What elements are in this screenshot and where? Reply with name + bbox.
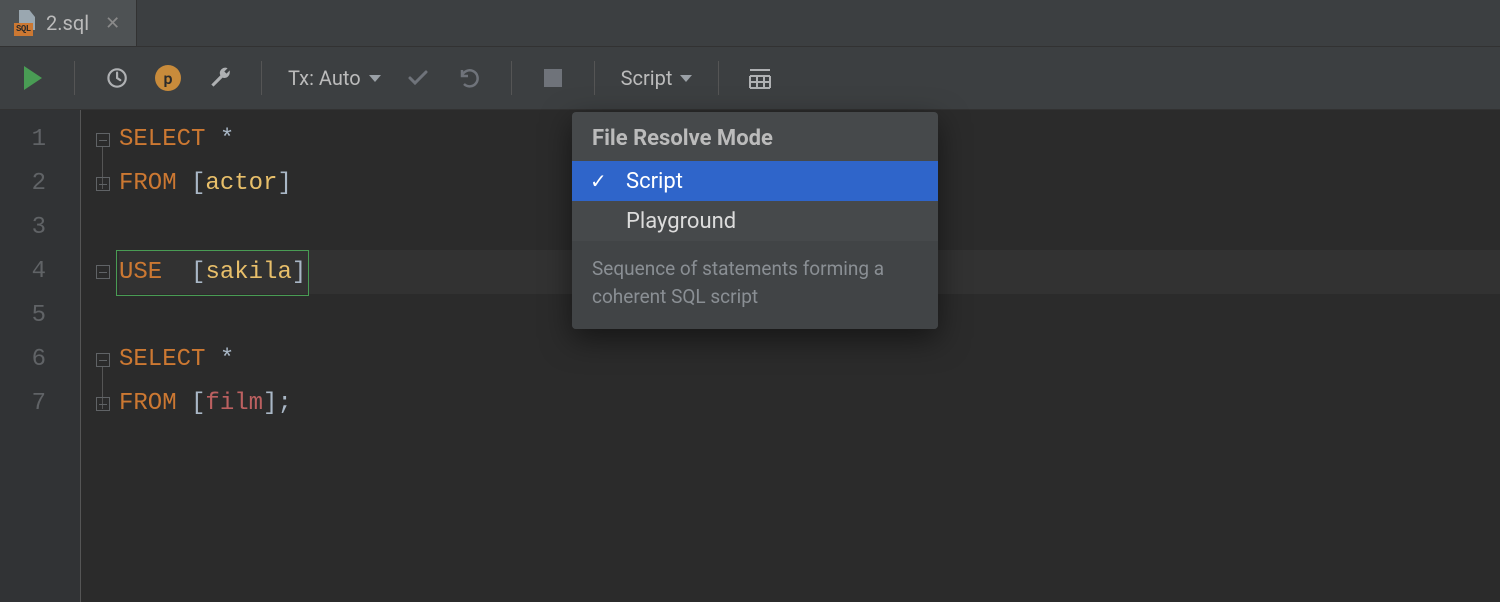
line-number: 1 <box>0 118 46 162</box>
tab-bar: SQL 2.sql ✕ <box>0 0 1500 47</box>
run-button[interactable] <box>18 63 48 93</box>
transaction-mode-dropdown[interactable]: Tx: Auto <box>288 66 381 90</box>
line-number: 7 <box>0 382 46 426</box>
toolbar-separator <box>74 61 75 95</box>
line-number: 4 <box>0 250 46 294</box>
toolbar-separator <box>594 61 595 95</box>
chevron-down-icon <box>369 75 381 82</box>
table-icon <box>748 67 772 89</box>
line-number: 6 <box>0 338 46 382</box>
table-view-button[interactable] <box>745 63 775 93</box>
code-line: SELECT * <box>119 338 1500 382</box>
popup-item-playground[interactable]: Playground <box>572 201 938 241</box>
tab-filename: 2.sql <box>46 11 89 35</box>
chevron-down-icon <box>680 75 692 82</box>
sql-file-icon: SQL <box>14 10 36 36</box>
popup-item-script[interactable]: ✓ Script <box>572 161 938 201</box>
stop-icon <box>544 69 562 87</box>
line-number: 2 <box>0 162 46 206</box>
popup-item-label: Playground <box>626 209 736 234</box>
close-icon[interactable]: ✕ <box>105 13 120 34</box>
code-line: FROM [film]; <box>119 382 1500 426</box>
popup-item-label: Script <box>626 169 683 194</box>
play-icon <box>24 66 42 90</box>
gutter: 1 2 3 4 5 6 7 <box>0 110 80 602</box>
toolbar: p Tx: Auto Script <box>0 47 1500 110</box>
toolbar-separator <box>718 61 719 95</box>
line-number: 3 <box>0 206 46 250</box>
check-icon: ✓ <box>590 169 607 193</box>
toolbar-separator <box>511 61 512 95</box>
line-number: 5 <box>0 294 46 338</box>
stop-button[interactable] <box>538 63 568 93</box>
popup-description: Sequence of statements forming a coheren… <box>572 241 938 329</box>
editor-tab[interactable]: SQL 2.sql ✕ <box>0 0 137 46</box>
tx-label: Tx: Auto <box>288 66 361 90</box>
resolve-mode-dropdown[interactable]: Script <box>621 66 693 90</box>
p-badge-icon: p <box>155 65 181 91</box>
check-icon <box>406 66 430 90</box>
rollback-button[interactable] <box>455 63 485 93</box>
settings-button[interactable] <box>205 63 235 93</box>
commit-button[interactable] <box>403 63 433 93</box>
wrench-icon <box>207 65 233 91</box>
toolbar-separator <box>261 61 262 95</box>
undo-icon <box>458 66 482 90</box>
history-icon <box>103 65 129 91</box>
p-badge-button[interactable]: p <box>153 63 183 93</box>
popup-title: File Resolve Mode <box>572 112 938 161</box>
history-button[interactable] <box>101 63 131 93</box>
resolve-mode-popup: File Resolve Mode ✓ Script Playground Se… <box>572 112 938 329</box>
mode-label: Script <box>621 66 673 90</box>
